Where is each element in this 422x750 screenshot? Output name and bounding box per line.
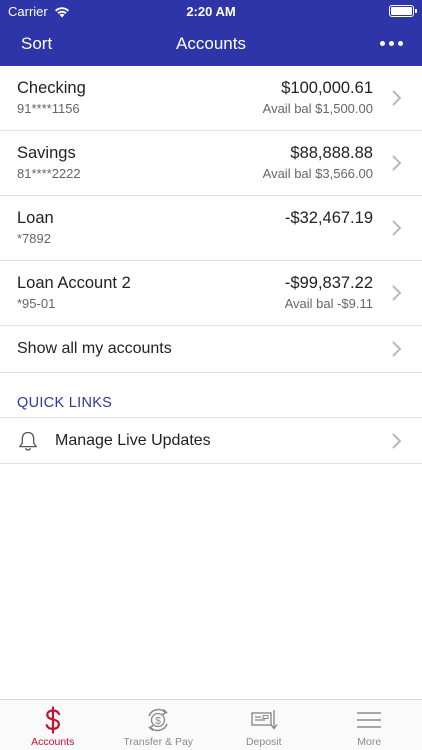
account-number: 81****2222 bbox=[17, 166, 81, 181]
account-balance: $100,000.61 bbox=[281, 79, 373, 97]
account-balance: $88,888.88 bbox=[290, 144, 373, 162]
battery-icon bbox=[389, 5, 417, 17]
quick-link-label: Manage Live Updates bbox=[55, 432, 211, 449]
show-all-accounts-label: Show all my accounts bbox=[17, 340, 172, 357]
account-name: Loan Account 2 bbox=[17, 274, 131, 292]
tab-transfer-pay[interactable]: $ Transfer & Pay bbox=[106, 700, 212, 750]
available-balance: Avail bal $3,566.00 bbox=[262, 166, 373, 181]
account-name: Loan bbox=[17, 209, 54, 227]
account-balance: -$32,467.19 bbox=[284, 209, 373, 227]
quick-link-manage-live-updates[interactable]: Manage Live Updates bbox=[0, 418, 422, 464]
tab-deposit[interactable]: Deposit bbox=[211, 700, 317, 750]
status-time: 2:20 AM bbox=[186, 4, 236, 19]
svg-text:$: $ bbox=[155, 716, 161, 727]
account-number: 91****1156 bbox=[17, 101, 80, 116]
sort-button[interactable]: Sort bbox=[21, 34, 52, 54]
quick-links-header: QUICK LINKS bbox=[0, 373, 422, 418]
nav-bar: Sort Accounts bbox=[0, 22, 422, 66]
tab-label: Transfer & Pay bbox=[123, 736, 194, 748]
chevron-right-icon bbox=[392, 341, 402, 357]
tab-label: Accounts bbox=[31, 736, 75, 748]
bell-icon bbox=[19, 431, 37, 451]
page-title: Accounts bbox=[176, 34, 246, 53]
account-row-loan-account-2[interactable]: Loan Account 2 *95-01 -$99,837.22 Avail … bbox=[0, 261, 422, 326]
chevron-right-icon bbox=[392, 90, 402, 106]
check-deposit-icon bbox=[244, 706, 284, 734]
account-name: Checking bbox=[17, 79, 86, 97]
chevron-right-icon bbox=[392, 285, 402, 301]
account-number: *7892 bbox=[17, 231, 51, 246]
tab-more[interactable]: More bbox=[317, 700, 422, 750]
status-bar: Carrier 2:20 AM bbox=[0, 0, 422, 22]
show-all-accounts-row[interactable]: Show all my accounts bbox=[0, 326, 422, 373]
tab-label: Deposit bbox=[245, 736, 282, 748]
account-row-loan[interactable]: Loan *7892 -$32,467.19 bbox=[0, 196, 422, 261]
dollar-icon bbox=[33, 706, 73, 734]
chevron-right-icon bbox=[392, 220, 402, 236]
account-row-checking[interactable]: Checking 91****1156 $100,000.61 Avail ba… bbox=[0, 66, 422, 131]
available-balance: Avail bal -$9.11 bbox=[284, 296, 373, 311]
quick-links-heading: QUICK LINKS bbox=[17, 395, 113, 411]
transfer-pay-icon: $ bbox=[138, 706, 178, 734]
chevron-right-icon bbox=[392, 433, 402, 449]
account-balance: -$99,837.22 bbox=[284, 274, 373, 292]
accounts-screen: Carrier 2:20 AM Sort Accounts Checking 9… bbox=[0, 0, 422, 750]
accounts-list: Checking 91****1156 $100,000.61 Avail ba… bbox=[0, 66, 422, 464]
hamburger-menu-icon bbox=[349, 706, 389, 734]
account-number: *95-01 bbox=[17, 296, 56, 311]
tab-label: More bbox=[357, 736, 382, 748]
account-name: Savings bbox=[17, 144, 76, 162]
top-bar: Carrier 2:20 AM Sort Accounts bbox=[0, 0, 422, 66]
account-row-savings[interactable]: Savings 81****2222 $88,888.88 Avail bal … bbox=[0, 131, 422, 196]
ellipsis-icon[interactable] bbox=[374, 28, 408, 58]
chevron-right-icon bbox=[392, 155, 402, 171]
tab-bar: Accounts $ Transfer & Pay Deposit More bbox=[0, 699, 422, 750]
available-balance: Avail bal $1,500.00 bbox=[262, 101, 373, 116]
tab-accounts[interactable]: Accounts bbox=[0, 700, 106, 750]
